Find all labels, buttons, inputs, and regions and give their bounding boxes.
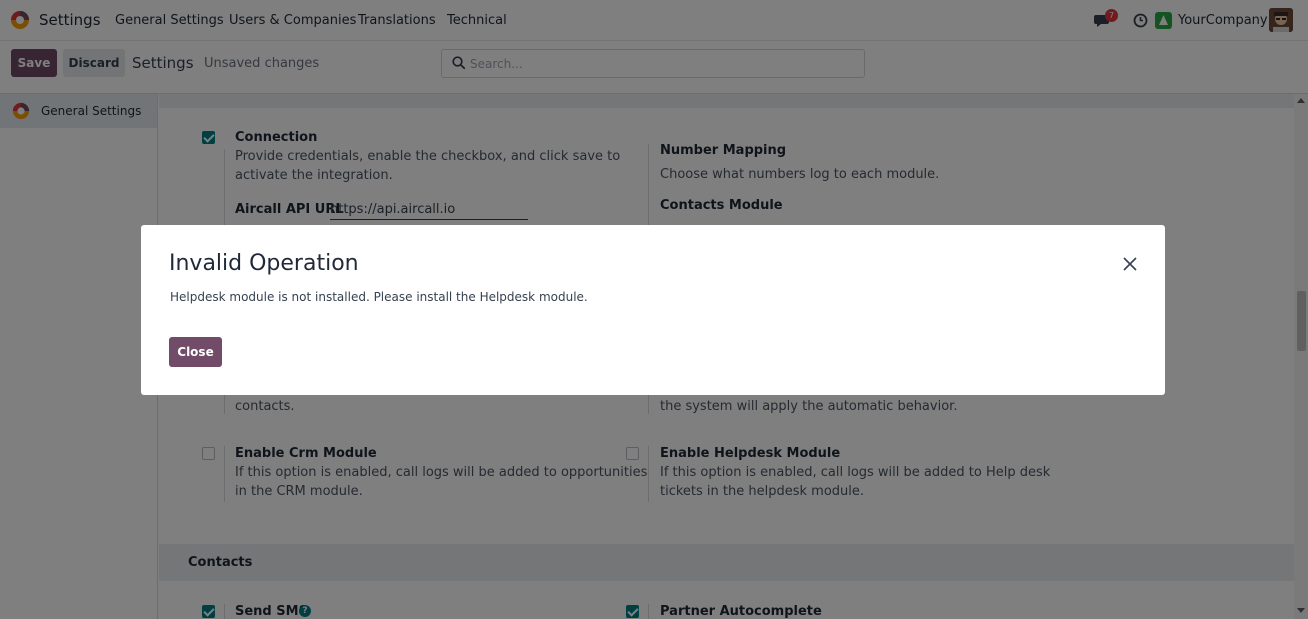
close-icon[interactable] [1121,255,1139,273]
invalid-operation-dialog: Invalid Operation Helpdesk module is not… [141,225,1165,395]
dialog-title: Invalid Operation [169,251,359,276]
dialog-message: Helpdesk module is not installed. Please… [170,290,588,304]
close-button[interactable]: Close [169,337,222,367]
